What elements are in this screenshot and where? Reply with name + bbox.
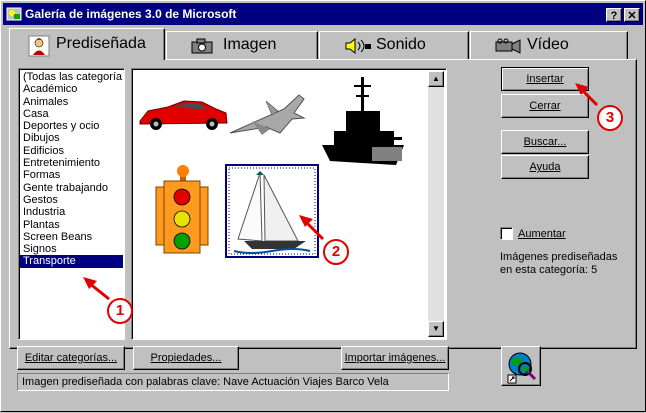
category-count-info: Imágenes prediseñadas en esta categoría:…	[500, 251, 618, 276]
scroll-up-arrow[interactable]: ▲	[428, 71, 444, 87]
category-item[interactable]: Screen Beans	[20, 231, 123, 243]
status-bar: Imagen prediseñada con palabras clave: N…	[17, 373, 449, 391]
tab-label: Vídeo	[527, 36, 569, 53]
web-search-button[interactable]	[501, 346, 541, 386]
red-sports-car[interactable]	[139, 100, 228, 130]
category-item[interactable]: Deportes y ocio	[20, 120, 123, 132]
tab-sonido[interactable]: Sonido	[319, 31, 469, 59]
title-bar[interactable]: Galería de imágenes 3.0 de Microsoft ? ✕	[3, 3, 643, 25]
fighter-jet[interactable]	[229, 94, 306, 135]
help-label: Ayuda	[529, 161, 561, 173]
close-window-button[interactable]: ✕	[624, 8, 640, 22]
category-list[interactable]: (Todas las categoría Académico Animales …	[18, 68, 125, 340]
category-item[interactable]: Animales	[20, 96, 123, 108]
callout-1: 1	[107, 298, 133, 324]
clipart-gallery[interactable]: ▲ ▼	[131, 68, 447, 340]
scroll-down-arrow[interactable]: ▼	[428, 321, 444, 337]
tab-label: Prediseñada	[56, 35, 146, 52]
import-images-button[interactable]: Importar imágenes...	[341, 346, 449, 370]
insert-button[interactable]: Insertar	[501, 67, 589, 91]
callout-2: 2	[323, 239, 349, 265]
import-images-label: Importar imágenes...	[344, 352, 446, 364]
category-item[interactable]: Gestos	[20, 194, 123, 206]
gallery-window: Galería de imágenes 3.0 de Microsoft ? ✕…	[0, 0, 646, 412]
properties-button[interactable]: Propiedades...	[133, 346, 239, 370]
clipart-person-icon	[28, 35, 50, 57]
gallery-scrollbar[interactable]: ▲ ▼	[428, 71, 444, 337]
search-label: Buscar...	[523, 136, 567, 148]
category-item-selected[interactable]: Transporte	[20, 255, 123, 268]
traffic-light[interactable]	[155, 165, 209, 254]
enlarge-checkbox[interactable]	[500, 227, 513, 240]
camera-icon	[191, 38, 213, 54]
enlarge-label: Aumentar	[518, 228, 566, 240]
category-item[interactable]: Industria	[20, 206, 123, 218]
edit-categories-label: Editar categorías...	[24, 352, 118, 364]
help-title-button[interactable]: ?	[606, 8, 622, 22]
tab-prediseñada[interactable]: Prediseñada	[9, 28, 165, 60]
category-item[interactable]: Gente trabajando	[20, 182, 123, 194]
properties-label: Propiedades...	[150, 352, 222, 364]
tab-label: Sonido	[376, 36, 426, 53]
category-item[interactable]: Casa	[20, 108, 123, 120]
sailboat[interactable]	[225, 164, 319, 258]
category-item[interactable]: (Todas las categoría	[20, 71, 123, 83]
tab-imagen[interactable]: Imagen	[166, 31, 318, 59]
category-item[interactable]: Formas	[20, 169, 123, 181]
gallery-app-icon	[6, 7, 22, 21]
category-item[interactable]: Dibujos	[20, 132, 123, 144]
globe-magnifier-icon	[507, 352, 537, 384]
category-item[interactable]: Signos	[20, 243, 123, 255]
tab-label: Imagen	[223, 36, 277, 53]
speaker-icon	[345, 38, 371, 54]
gallery-canvas	[139, 77, 404, 258]
close-button[interactable]: Cerrar	[501, 94, 589, 118]
category-item[interactable]: Edificios	[20, 145, 123, 157]
help-button[interactable]: Ayuda	[501, 155, 589, 179]
edit-categories-button[interactable]: Editar categorías...	[17, 346, 125, 370]
tab-video[interactable]: Vídeo	[470, 31, 628, 59]
battleship[interactable]	[322, 77, 404, 165]
video-camera-icon	[495, 38, 521, 54]
category-item[interactable]: Académico	[20, 83, 123, 95]
category-item[interactable]: Entretenimiento	[20, 157, 123, 169]
window-title: Galería de imágenes 3.0 de Microsoft	[25, 7, 237, 21]
search-button[interactable]: Buscar...	[501, 130, 589, 154]
category-item[interactable]: Plantas	[20, 219, 123, 231]
callout-3: 3	[597, 105, 623, 131]
close-label: Cerrar	[529, 100, 561, 112]
insert-label: Insertar	[526, 73, 564, 85]
